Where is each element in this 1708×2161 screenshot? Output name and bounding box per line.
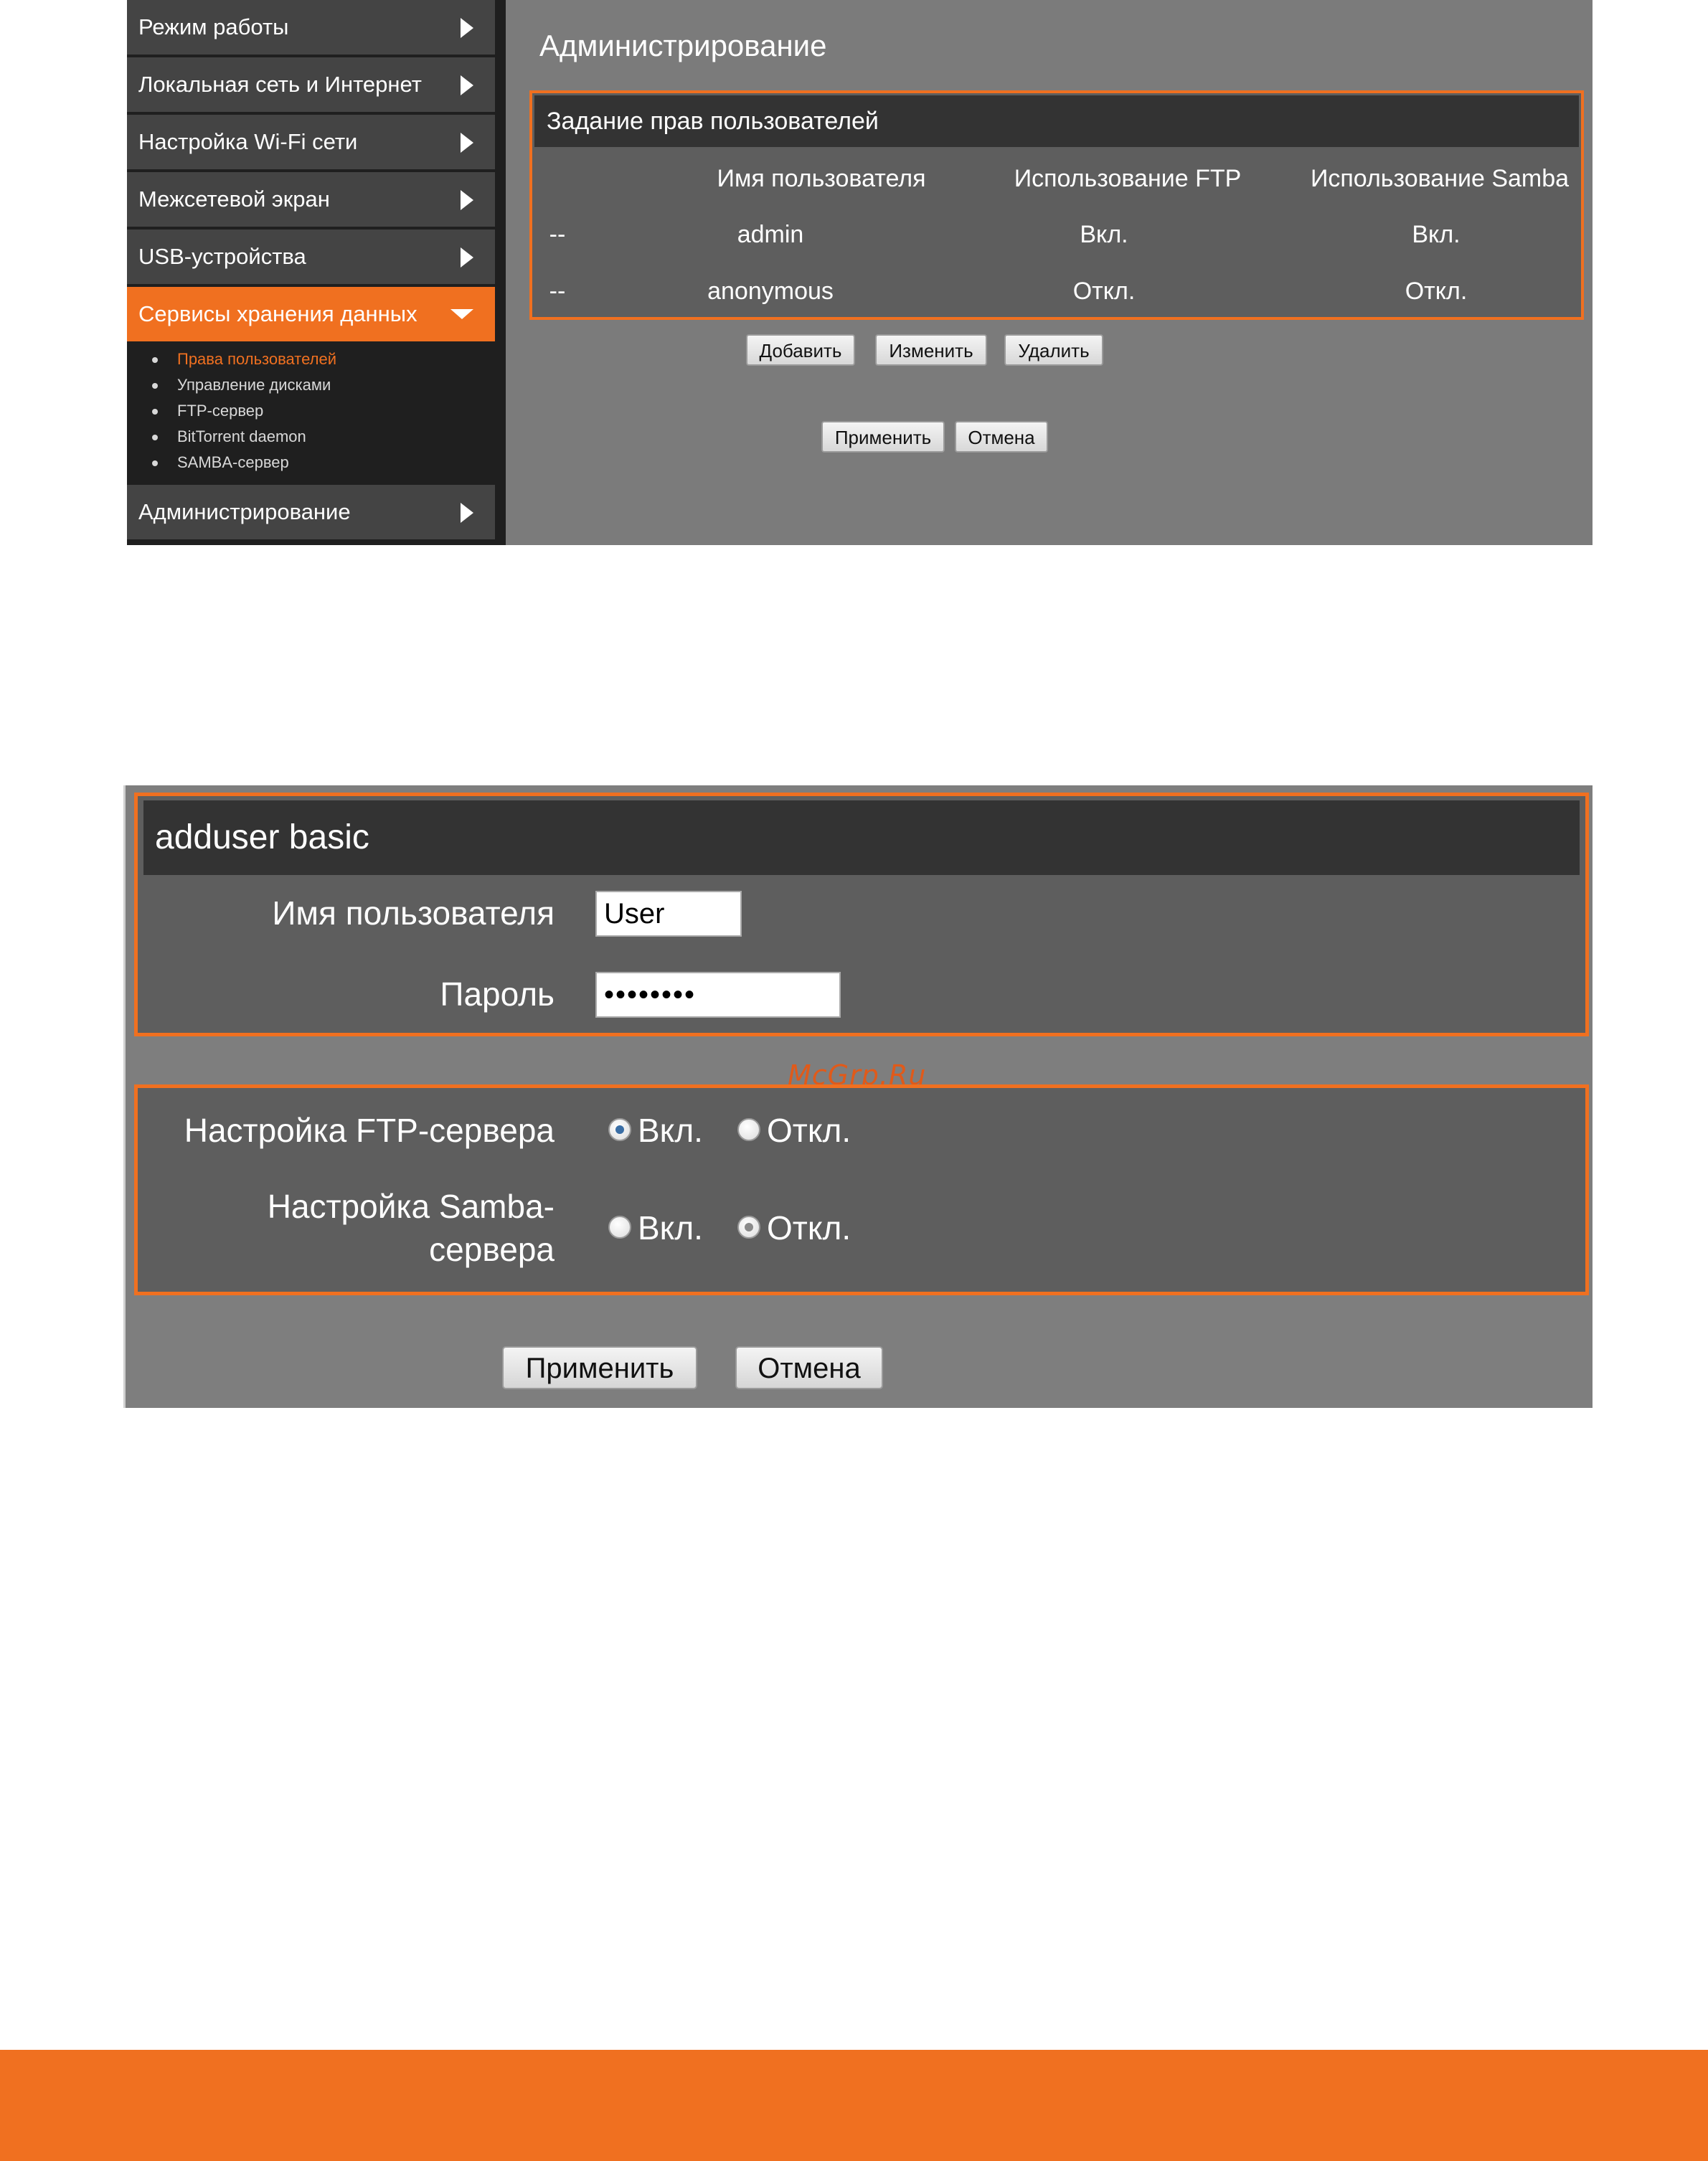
sidebar-item-lan-internet[interactable]: Локальная сеть и Интернет [127,57,495,112]
ftp-on-radio[interactable] [608,1118,631,1141]
username-cell: anonymous [707,278,834,305]
chevron-right-icon [461,75,473,95]
samba-off-label: Откл. [767,1209,851,1247]
samba-setting-label-line2: сервера [429,1231,555,1268]
column-header-username: Имя пользователя [717,165,926,192]
sidebar-item-operation-mode[interactable]: Режим работы [127,0,495,55]
username-input[interactable] [595,891,742,937]
sidebar-menu: Режим работы Локальная сеть и Интернет Н… [127,0,506,545]
bullet-icon [152,409,158,415]
delete-button[interactable]: Удалить [1004,334,1103,366]
ftp-off-radio[interactable] [737,1118,760,1141]
cancel-button[interactable]: Отмена [735,1346,883,1389]
bullet-icon [152,460,158,466]
main-content: Администрирование Задание прав пользоват… [506,0,1593,545]
sidebar-item-usb-devices[interactable]: USB-устройства [127,230,495,284]
password-label: Пароль [440,975,555,1013]
sidebar-item-label: Межсетевой экран [138,186,330,212]
username-cell: admin [737,221,804,248]
sidebar-item-label: USB-устройства [138,244,306,269]
router-admin-screenshot: Режим работы Локальная сеть и Интернет Н… [127,0,1593,545]
user-basic-panel: adduser basic Имя пользователя Пароль ••… [134,793,1589,1036]
page-title: Администрирование [539,29,827,62]
chevron-right-icon [461,190,473,210]
sidebar-item-storage-services[interactable]: Сервисы хранения данных [127,287,495,341]
section-title: Задание прав пользователей [534,95,1579,147]
column-header-samba: Использование Samba [1310,165,1570,192]
bullet-icon [152,435,158,440]
sidebar-item-label: Администрирование [138,499,351,524]
add-button[interactable]: Добавить [746,334,855,366]
samba-on-radio[interactable] [608,1216,631,1239]
ftp-cell: Вкл. [1080,221,1128,248]
form-title: adduser basic [143,800,1580,875]
sidebar-item-administration[interactable]: Администрирование [127,485,495,539]
ftp-on-label: Вкл. [638,1112,703,1149]
chevron-right-icon [461,503,473,523]
sidebar-item-label: Локальная сеть и Интернет [138,72,422,97]
ftp-off-label: Откл. [767,1112,851,1149]
samba-on-label: Вкл. [638,1209,703,1247]
add-user-form-screenshot: adduser basic Имя пользователя Пароль ••… [123,785,1593,1408]
chevron-right-icon [461,18,473,38]
edit-button[interactable]: Изменить [875,334,987,366]
storage-submenu: Права пользователей Управление дисками F… [127,346,495,482]
user-rights-panel: Задание прав пользователей Имя пользоват… [529,90,1584,320]
chevron-right-icon [461,133,473,153]
samba-cell: Откл. [1405,278,1468,305]
samba-setting-label-line1: Настройка Samba- [267,1188,555,1225]
cancel-button[interactable]: Отмена [955,421,1048,453]
sidebar-item-firewall[interactable]: Межсетевой экран [127,172,495,227]
sidebar-item-label: Режим работы [138,14,289,39]
apply-button[interactable]: Применить [502,1346,697,1389]
apply-button[interactable]: Применить [821,421,945,453]
row-marker: -- [549,221,566,248]
sidebar-item-wifi[interactable]: Настройка Wi-Fi сети [127,115,495,169]
bullet-icon [152,383,158,389]
sidebar-item-label: Настройка Wi-Fi сети [138,129,358,154]
samba-cell: Вкл. [1412,221,1461,248]
footer-band [0,2050,1708,2161]
password-input[interactable]: •••••••• [595,972,841,1018]
row-marker: -- [549,278,566,305]
chevron-right-icon [461,247,473,268]
sidebar-item-label: Сервисы хранения данных [138,301,417,326]
service-settings-panel: Настройка FTP-сервера Вкл. Откл. Настрой… [134,1084,1589,1295]
chevron-down-icon [450,309,473,319]
username-label: Имя пользователя [272,894,555,932]
samba-off-radio[interactable] [737,1216,760,1239]
bullet-icon [152,357,158,363]
ftp-setting-label: Настройка FTP-сервера [184,1112,555,1149]
column-header-ftp: Использование FTP [1014,165,1242,192]
ftp-cell: Откл. [1072,278,1136,305]
